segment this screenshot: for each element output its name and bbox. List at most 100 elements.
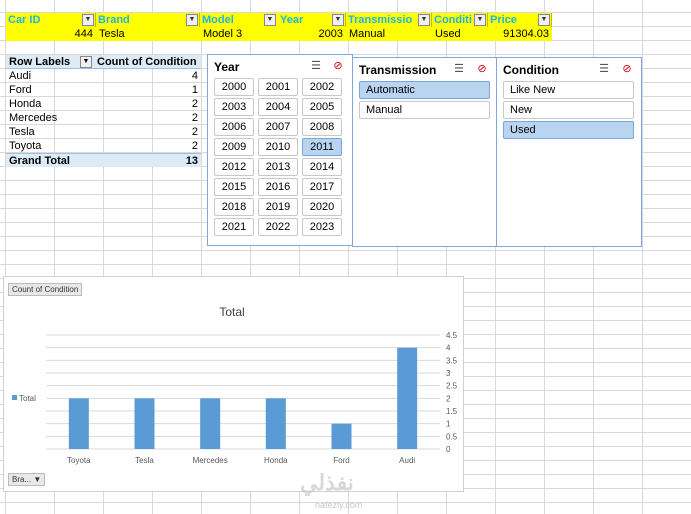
year-option[interactable]: 2004 bbox=[258, 98, 298, 116]
chart-title: Total bbox=[219, 305, 244, 319]
clear-filter-icon[interactable]: ⊘ bbox=[474, 62, 490, 76]
cell-car-id[interactable]: 444 bbox=[6, 27, 96, 41]
year-option[interactable]: 2016 bbox=[258, 178, 298, 196]
year-option[interactable]: 2003 bbox=[214, 98, 254, 116]
y-tick-label: 2.5 bbox=[446, 382, 458, 391]
filter-dropdown-icon[interactable]: ▼ bbox=[80, 56, 92, 68]
pivot-row-label: Ford bbox=[9, 84, 32, 96]
pivot-row-label: Mercedes bbox=[9, 112, 58, 124]
bar[interactable] bbox=[68, 398, 89, 449]
slicer-title: Year bbox=[214, 60, 240, 74]
clear-filter-icon[interactable]: ⊘ bbox=[330, 59, 346, 73]
pivot-row-label: Audi bbox=[9, 70, 32, 82]
year-option[interactable]: 2001 bbox=[258, 78, 298, 96]
header-label: Car ID bbox=[8, 14, 41, 26]
condition-option[interactable]: Like New bbox=[503, 81, 634, 99]
cell-brand[interactable]: Tesla bbox=[96, 27, 200, 41]
pivot-row[interactable]: Honda 2 bbox=[6, 97, 201, 111]
multi-select-icon[interactable]: ☰ bbox=[308, 59, 324, 73]
pivot-row[interactable]: Tesla 2 bbox=[6, 125, 201, 139]
year-option[interactable]: 2012 bbox=[214, 158, 254, 176]
pivot-grand-total: Grand Total 13 bbox=[6, 153, 201, 167]
header-label: Year bbox=[280, 14, 304, 26]
transmission-option[interactable]: Automatic bbox=[359, 81, 490, 99]
y-tick-label: 1 bbox=[446, 420, 451, 429]
year-option[interactable]: 2006 bbox=[214, 118, 254, 136]
slicer-title: Condition bbox=[503, 63, 559, 77]
filter-dropdown-icon[interactable]: ▼ bbox=[332, 14, 344, 26]
header-label: Conditi bbox=[434, 14, 472, 26]
grand-total-value[interactable]: 13 bbox=[186, 154, 198, 168]
year-option[interactable]: 2005 bbox=[302, 98, 342, 116]
year-option[interactable]: 2018 bbox=[214, 198, 254, 216]
condition-slicer: Condition ☰ ⊘ Like New New Used bbox=[496, 57, 642, 247]
pivot-row-value: 4 bbox=[191, 70, 198, 82]
year-option[interactable]: 2002 bbox=[302, 78, 342, 96]
row-labels-header[interactable]: Row Labels bbox=[9, 55, 70, 69]
filter-dropdown-icon[interactable]: ▼ bbox=[538, 14, 550, 26]
x-tick-label: Honda bbox=[264, 456, 288, 465]
x-tick-label: Tesla bbox=[135, 456, 154, 465]
year-option[interactable]: 2008 bbox=[302, 118, 342, 136]
year-option[interactable]: 2011 bbox=[302, 138, 342, 156]
header-label: Model bbox=[202, 14, 234, 26]
multi-select-icon[interactable]: ☰ bbox=[451, 62, 467, 76]
year-option[interactable]: 2020 bbox=[302, 198, 342, 216]
pivot-row[interactable]: Audi 4 bbox=[6, 69, 201, 83]
pivot-row[interactable]: Mercedes 2 bbox=[6, 111, 201, 125]
bar[interactable] bbox=[397, 347, 418, 449]
year-option[interactable]: 2013 bbox=[258, 158, 298, 176]
year-option[interactable]: 2022 bbox=[258, 218, 298, 236]
pivot-row[interactable]: Toyota 2 bbox=[6, 139, 201, 153]
bar[interactable] bbox=[200, 398, 221, 449]
year-option[interactable]: 2014 bbox=[302, 158, 342, 176]
count-header[interactable]: Count of Condition bbox=[97, 55, 197, 69]
pivot-row-value: 1 bbox=[191, 84, 198, 96]
pivot-row[interactable]: Ford 1 bbox=[6, 83, 201, 97]
pivot-row-label: Toyota bbox=[9, 140, 42, 152]
legend-label: Total bbox=[19, 394, 36, 403]
cell-price[interactable]: 91304.03 bbox=[488, 27, 552, 41]
year-option[interactable]: 2021 bbox=[214, 218, 254, 236]
y-tick-label: 3 bbox=[446, 369, 451, 378]
year-option[interactable]: 2000 bbox=[214, 78, 254, 96]
cell-year[interactable]: 2003 bbox=[278, 27, 346, 41]
pivot-chart[interactable]: Count of Condition Bra... ▼ Total Total … bbox=[3, 276, 464, 492]
year-option[interactable]: 2017 bbox=[302, 178, 342, 196]
pivot-rows: Audi 4 Ford 1 Honda 2 Mercedes 2 Tesla 2 Toyota 2 bbox=[6, 69, 201, 153]
condition-option[interactable]: New bbox=[503, 101, 634, 119]
header-brand[interactable]: Brand bbox=[96, 13, 200, 27]
filter-dropdown-icon[interactable]: ▼ bbox=[418, 14, 430, 26]
transmission-option[interactable]: Manual bbox=[359, 101, 490, 119]
bar[interactable] bbox=[265, 398, 286, 449]
x-tick-label: Ford bbox=[333, 456, 349, 465]
year-option[interactable]: 2009 bbox=[214, 138, 254, 156]
y-tick-label: 1.5 bbox=[446, 407, 458, 416]
cell-model[interactable]: Model 3 bbox=[200, 27, 278, 41]
header-label: Transmissio bbox=[348, 14, 413, 26]
header-label: Price bbox=[490, 14, 517, 26]
condition-option[interactable]: Used bbox=[503, 121, 634, 139]
year-option[interactable]: 2010 bbox=[258, 138, 298, 156]
pivot-row-value: 2 bbox=[191, 112, 198, 124]
filter-dropdown-icon[interactable]: ▼ bbox=[82, 14, 94, 26]
table-row: 444 Tesla Model 3 2003 Manual Used 91304… bbox=[6, 27, 552, 41]
filter-dropdown-icon[interactable]: ▼ bbox=[186, 14, 198, 26]
year-option[interactable]: 2019 bbox=[258, 198, 298, 216]
year-option[interactable]: 2015 bbox=[214, 178, 254, 196]
table-header-row: Car ID ▼ Brand ▼ Model ▼ Year ▼ Transmis… bbox=[6, 13, 552, 27]
year-option[interactable]: 2023 bbox=[302, 218, 342, 236]
pivot-row-label: Honda bbox=[9, 98, 42, 110]
transmission-slicer: Transmission ☰ ⊘ Automatic Manual bbox=[352, 57, 497, 247]
bar[interactable] bbox=[331, 423, 352, 449]
year-option[interactable]: 2007 bbox=[258, 118, 298, 136]
clear-filter-icon[interactable]: ⊘ bbox=[619, 62, 635, 76]
filter-dropdown-icon[interactable]: ▼ bbox=[264, 14, 276, 26]
cell-transmission[interactable]: Manual bbox=[346, 27, 432, 41]
cell-condition[interactable]: Used bbox=[432, 27, 488, 41]
bar[interactable] bbox=[134, 398, 155, 449]
filter-dropdown-icon[interactable]: ▼ bbox=[474, 14, 486, 26]
legend-swatch bbox=[12, 395, 17, 400]
grand-total-label[interactable]: Grand Total bbox=[9, 154, 70, 168]
multi-select-icon[interactable]: ☰ bbox=[596, 62, 612, 76]
